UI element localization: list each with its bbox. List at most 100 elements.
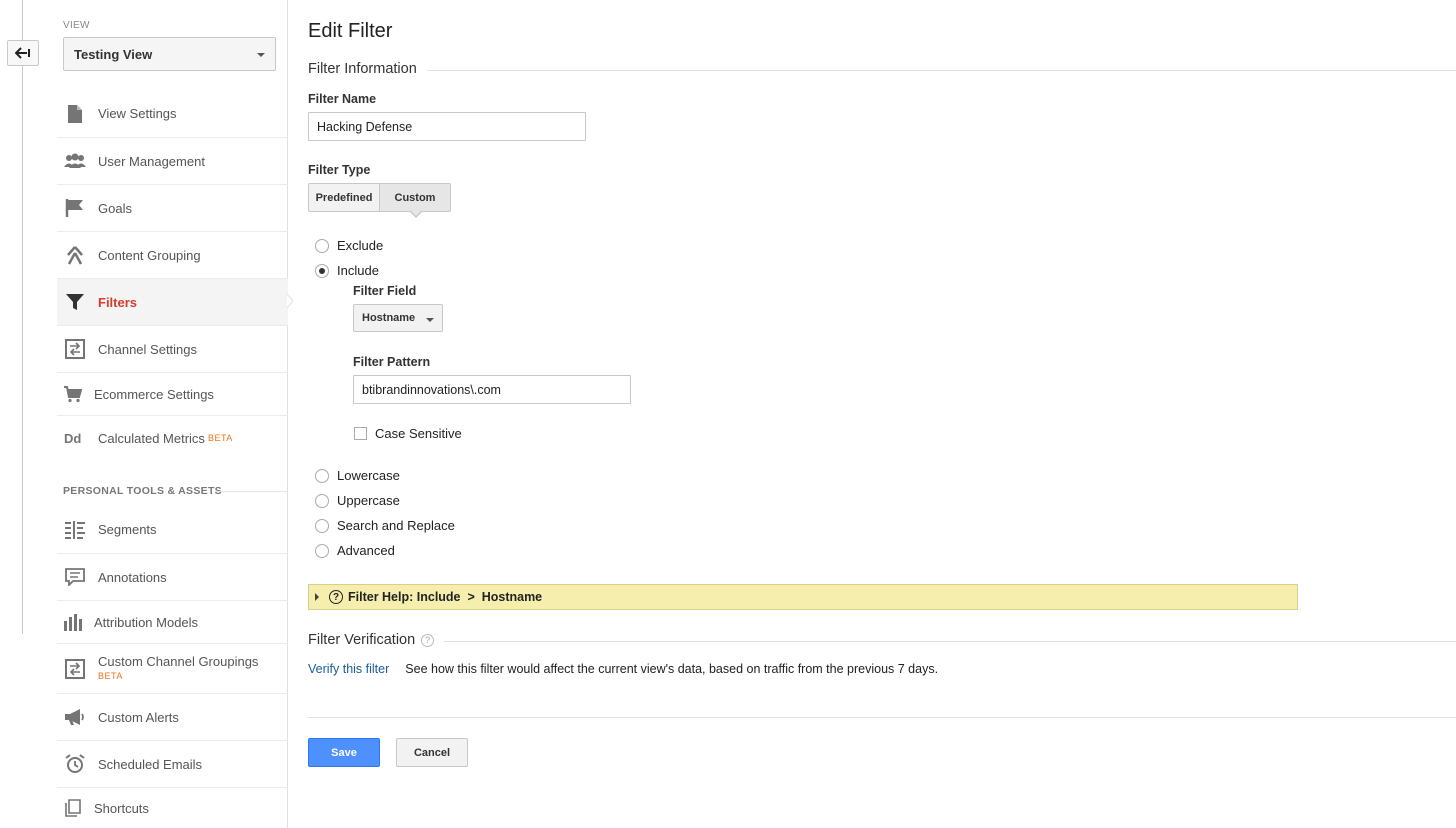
uppercase-label: Uppercase [337,493,400,508]
filter-icon [63,292,87,312]
filter-pattern-label: Filter Pattern [353,355,431,369]
lowercase-radio[interactable] [315,468,329,483]
megaphone-icon [63,707,87,727]
filter-field-value: Hostname [362,312,416,324]
expand-triangle-icon [315,593,319,601]
sidebar-item-custom-channel-groupings[interactable]: Custom Channel Groupings BETA [57,643,288,693]
sidebar-item-attribution-models[interactable]: Attribution Models [57,600,288,643]
section-divider [308,70,1456,71]
chevron-down-icon [426,318,434,322]
sidebar-item-label: Custom Alerts [98,709,179,725]
help-icon: ? [329,590,343,604]
channel-icon [63,339,87,359]
option-include[interactable]: Include [315,263,379,278]
option-lowercase[interactable]: Lowercase [315,468,400,483]
view-selector[interactable]: Testing View [63,37,276,71]
lowercase-label: Lowercase [337,468,400,483]
sidebar-item-shortcuts[interactable]: Shortcuts [57,787,288,828]
option-exclude[interactable]: Exclude [315,238,383,253]
section-divider [215,491,288,492]
sidebar-item-annotations[interactable]: Annotations [57,553,288,600]
filter-information-title: Filter Information [308,61,427,77]
svg-text:Dd: Dd [64,431,81,445]
content-grouping-icon [63,245,87,265]
sidebar-item-label: Content Grouping [98,247,201,263]
sidebar-item-label: Ecommerce Settings [94,386,214,402]
custom-button[interactable]: Custom [380,183,451,212]
sidebar-item-label: Shortcuts [94,800,149,816]
filter-name-label: Filter Name [308,92,377,106]
exclude-label: Exclude [337,238,384,253]
sidebar-item-label: User Management [98,153,205,169]
verify-filter-link[interactable]: Verify this filter [308,662,389,676]
option-search-replace[interactable]: Search and Replace [315,518,455,533]
alarm-clock-icon [63,754,87,774]
filter-type-label: Filter Type [308,163,371,177]
view-label: VIEW [63,20,90,31]
sidebar-item-view-settings[interactable]: View Settings [57,90,288,137]
save-button[interactable]: Save [308,738,380,767]
advanced-radio[interactable] [315,543,329,558]
sidebar-item-custom-alerts[interactable]: Custom Alerts [57,693,288,740]
page-title: Edit Filter [308,20,393,42]
sidebar-item-calculated-metrics[interactable]: Dd Calculated Metrics BETA [57,415,288,460]
search-replace-radio[interactable] [315,518,329,533]
admin-sidebar: VIEW Testing View View Settings User Man… [57,0,288,828]
back-arrow-icon [15,47,30,59]
advanced-label: Advanced [337,543,395,558]
case-sensitive-option[interactable]: Case Sensitive [354,426,462,441]
verify-row: Verify this filter See how this filter w… [308,662,938,676]
cart-icon [63,384,83,404]
chevron-down-icon [257,53,265,57]
option-uppercase[interactable]: Uppercase [315,493,400,508]
sidebar-item-label: View Settings [98,106,177,121]
left-rail [22,0,23,634]
uppercase-radio[interactable] [315,493,329,508]
filter-help-bar[interactable]: ? Filter Help: Include > Hostname [308,584,1298,610]
sidebar-item-label: Calculated Metrics [98,430,205,446]
search-replace-label: Search and Replace [337,518,455,533]
sidebar-item-ecommerce-settings[interactable]: Ecommerce Settings [57,372,288,415]
sidebar-item-label: Scheduled Emails [98,756,203,772]
annotations-icon [63,567,87,587]
cancel-button[interactable]: Cancel [396,738,468,767]
back-button[interactable] [7,40,39,66]
view-selected-value: Testing View [74,46,153,62]
filter-verification-title: Filter Verification? [308,632,445,648]
segments-icon [63,520,87,540]
shortcuts-icon [63,798,83,818]
sidebar-item-filters[interactable]: Filters [57,278,288,325]
attribution-icon [63,612,83,632]
sidebar-item-scheduled-emails[interactable]: Scheduled Emails [57,740,288,787]
option-advanced[interactable]: Advanced [315,543,395,558]
sidebar-item-label: Custom Channel Groupings [98,653,259,669]
filter-name-input[interactable] [308,112,586,141]
verify-description: See how this filter would affect the cur… [405,662,939,676]
sidebar-item-label: Attribution Models [94,614,199,630]
sidebar-item-goals[interactable]: Goals [57,184,288,231]
sidebar-item-content-grouping[interactable]: Content Grouping [57,231,288,278]
predefined-button[interactable]: Predefined [308,183,380,212]
sidebar-item-label: Segments [98,522,157,537]
dd-icon: Dd [63,428,87,448]
filter-type-toggle: Predefined Custom [308,183,451,212]
exclude-radio[interactable] [315,238,329,253]
filter-help-text: Filter Help: Include > Hostname [348,590,543,604]
active-indicator [286,294,293,308]
help-icon[interactable]: ? [421,633,435,647]
case-sensitive-checkbox[interactable] [354,427,367,440]
include-radio[interactable] [315,263,329,278]
sidebar-item-label: Annotations [98,569,167,585]
users-icon [63,151,87,171]
filter-pattern-input[interactable] [353,375,631,404]
sidebar-item-label-group: Custom Channel Groupings BETA [98,654,258,684]
sidebar-item-label: Channel Settings [98,341,198,357]
flag-icon [63,198,87,218]
filter-verification-label: Filter Verification [308,632,416,648]
sidebar-item-user-management[interactable]: User Management [57,137,288,184]
sidebar-item-channel-settings[interactable]: Channel Settings [57,325,288,372]
include-label: Include [337,263,379,278]
filter-field-dropdown[interactable]: Hostname [353,304,443,332]
sidebar-item-segments[interactable]: Segments [57,506,288,553]
sidebar-item-label: Goals [98,200,132,216]
